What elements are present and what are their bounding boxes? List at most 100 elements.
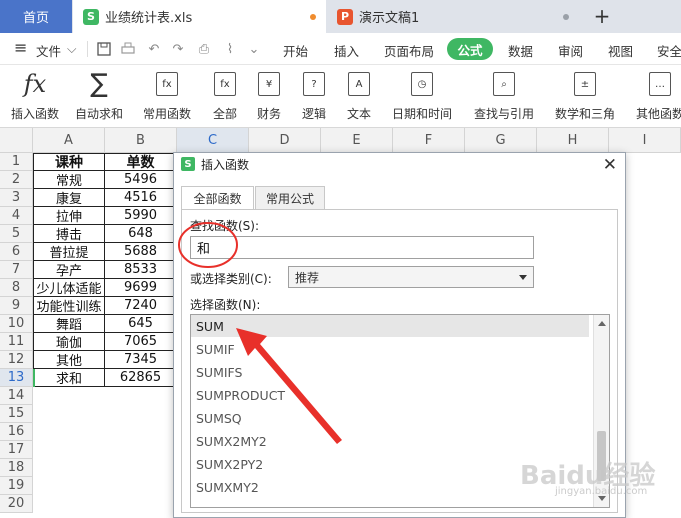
all-functions-button[interactable]: fx 全部: [213, 69, 237, 122]
save-icon[interactable]: [96, 41, 112, 57]
tab-common-formulas[interactable]: 常用公式: [255, 186, 325, 210]
row-header[interactable]: 19: [0, 477, 33, 495]
list-item[interactable]: SUMSQ: [191, 407, 589, 429]
table-cell[interactable]: 舞蹈: [33, 315, 105, 333]
new-tab-button[interactable]: +: [590, 4, 614, 28]
row-header[interactable]: 7: [0, 261, 33, 279]
close-icon[interactable]: ✕: [603, 155, 617, 175]
more-icon[interactable]: ⌄: [246, 41, 262, 57]
corner-header[interactable]: [0, 128, 33, 153]
tab-data[interactable]: 数据: [508, 41, 533, 60]
row-header[interactable]: 16: [0, 423, 33, 441]
text-button[interactable]: A 文本: [347, 69, 371, 122]
undo-icon[interactable]: ↶: [146, 41, 162, 57]
table-cell[interactable]: 5990: [105, 207, 177, 225]
list-item[interactable]: SUMPRODUCT: [191, 384, 589, 406]
logic-button[interactable]: ? 逻辑: [302, 69, 326, 122]
tab-security[interactable]: 安全: [657, 41, 681, 60]
tab-all-functions[interactable]: 全部函数: [181, 186, 254, 210]
list-item[interactable]: SUMIF: [191, 338, 589, 360]
row-header[interactable]: 20: [0, 495, 33, 513]
table-cell[interactable]: 孕产: [33, 261, 105, 279]
math-trig-button[interactable]: ± 数学和三角: [555, 69, 615, 122]
table-cell[interactable]: 其他: [33, 351, 105, 369]
tab-insert[interactable]: 插入: [334, 41, 359, 60]
table-cell[interactable]: 求和: [33, 369, 105, 387]
tab-presentation[interactable]: P 演示文稿1: [327, 0, 579, 33]
row-header[interactable]: 17: [0, 441, 33, 459]
row-header[interactable]: 10: [0, 315, 33, 333]
row-header[interactable]: 5: [0, 225, 33, 243]
column-header[interactable]: D: [249, 128, 321, 153]
table-cell[interactable]: 7065: [105, 333, 177, 351]
table-cell[interactable]: 8533: [105, 261, 177, 279]
row-header[interactable]: 18: [0, 459, 33, 477]
row-header[interactable]: 11: [0, 333, 33, 351]
row-header[interactable]: 15: [0, 405, 33, 423]
table-cell[interactable]: 4516: [105, 189, 177, 207]
table-cell[interactable]: 课种: [33, 153, 105, 171]
chevron-down-icon[interactable]: ⌵: [67, 41, 76, 57]
table-cell[interactable]: 普拉提: [33, 243, 105, 261]
format-painter-icon[interactable]: ⌇: [222, 41, 238, 57]
home-tab[interactable]: 首页: [0, 0, 72, 33]
column-header[interactable]: B: [105, 128, 177, 153]
category-select[interactable]: 推荐: [288, 266, 534, 288]
row-header[interactable]: 1: [0, 153, 33, 171]
table-cell[interactable]: 康复: [33, 189, 105, 207]
table-cell[interactable]: 5688: [105, 243, 177, 261]
autosum-button[interactable]: ∑ 自动求和: [75, 69, 123, 122]
column-header[interactable]: C: [177, 128, 249, 153]
table-cell[interactable]: 7345: [105, 351, 177, 369]
table-cell[interactable]: 5496: [105, 171, 177, 189]
column-header[interactable]: G: [465, 128, 537, 153]
tab-workbook[interactable]: S 业绩统计表.xls: [73, 0, 326, 33]
table-cell[interactable]: 单数: [105, 153, 177, 171]
search-input[interactable]: 和: [190, 236, 534, 259]
tab-view[interactable]: 视图: [608, 41, 633, 60]
row-header[interactable]: 12: [0, 351, 33, 369]
table-cell[interactable]: 7240: [105, 297, 177, 315]
row-header[interactable]: 8: [0, 279, 33, 297]
table-cell[interactable]: 常规: [33, 171, 105, 189]
row-header[interactable]: 2: [0, 171, 33, 189]
preview-icon[interactable]: ⎙: [196, 41, 212, 57]
common-functions-button[interactable]: fx 常用函数: [143, 69, 191, 122]
other-functions-button[interactable]: … 其他函数: [636, 69, 681, 122]
list-item[interactable]: SUMIFS: [191, 361, 589, 383]
redo-icon[interactable]: ↷: [170, 41, 186, 57]
table-cell[interactable]: 645: [105, 315, 177, 333]
tab-formula[interactable]: 公式: [447, 38, 493, 60]
tab-page-layout[interactable]: 页面布局: [384, 41, 434, 60]
table-cell[interactable]: 62865: [105, 369, 177, 387]
column-header[interactable]: H: [537, 128, 609, 153]
row-header[interactable]: 9: [0, 297, 33, 315]
table-cell[interactable]: 瑜伽: [33, 333, 105, 351]
column-header[interactable]: F: [393, 128, 465, 153]
row-header[interactable]: 6: [0, 243, 33, 261]
hamburger-icon[interactable]: ≡: [14, 38, 27, 57]
table-cell[interactable]: 功能性训练: [33, 297, 105, 315]
date-time-button[interactable]: ◷ 日期和时间: [392, 69, 452, 122]
table-cell[interactable]: 搏击: [33, 225, 105, 243]
list-item[interactable]: SUM: [191, 315, 589, 337]
tab-home[interactable]: 开始: [283, 41, 308, 60]
row-header[interactable]: 4: [0, 207, 33, 225]
scroll-up-icon[interactable]: [598, 321, 606, 326]
table-cell[interactable]: 少儿体适能: [33, 279, 105, 297]
row-header[interactable]: 3: [0, 189, 33, 207]
column-header[interactable]: I: [609, 128, 681, 153]
table-cell[interactable]: 648: [105, 225, 177, 243]
column-header[interactable]: A: [33, 128, 105, 153]
insert-function-button[interactable]: fx 插入函数: [11, 69, 59, 122]
file-menu[interactable]: 文件: [36, 41, 61, 60]
tab-review[interactable]: 审阅: [558, 41, 583, 60]
row-header[interactable]: 14: [0, 387, 33, 405]
list-item[interactable]: SUMX2MY2: [191, 430, 589, 452]
table-cell[interactable]: 9699: [105, 279, 177, 297]
lookup-button[interactable]: ⌕ 查找与引用: [474, 69, 534, 122]
table-cell[interactable]: 拉伸: [33, 207, 105, 225]
column-header[interactable]: E: [321, 128, 393, 153]
row-header[interactable]: 13: [0, 369, 33, 387]
print-icon[interactable]: [120, 41, 136, 57]
